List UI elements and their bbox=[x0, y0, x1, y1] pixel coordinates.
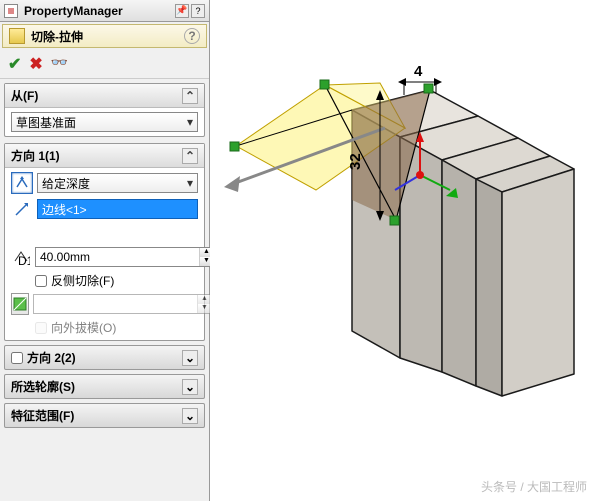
direction1-section: 方向 1(1) ⌃ 给定深度 ▾ bbox=[4, 143, 205, 341]
feature-name: 切除-拉伸 bbox=[31, 28, 83, 45]
direction-vector-icon bbox=[11, 198, 33, 220]
cancel-button[interactable]: ✖ bbox=[29, 54, 42, 74]
depth-icon: D1 bbox=[11, 246, 31, 268]
panel-title: PropertyManager bbox=[24, 4, 175, 18]
contours-section-header[interactable]: 所选轮廓(S) ⌄ bbox=[4, 374, 205, 399]
collapse-icon[interactable]: ⌃ bbox=[182, 148, 198, 164]
contours-label: 所选轮廓(S) bbox=[11, 378, 75, 395]
draft-angle-value[interactable] bbox=[34, 297, 197, 311]
depth-value[interactable] bbox=[36, 250, 199, 264]
direction1-header-label: 方向 1(1) bbox=[11, 147, 60, 164]
scope-section-header[interactable]: 特征范围(F) ⌄ bbox=[4, 403, 205, 428]
ok-button[interactable]: ✔ bbox=[8, 54, 21, 74]
detailed-preview-button[interactable]: 👓 bbox=[51, 54, 68, 74]
feature-help-button[interactable]: ? bbox=[184, 28, 200, 44]
direction2-label: 方向 2(2) bbox=[27, 349, 76, 366]
from-header[interactable]: 从(F) ⌃ bbox=[5, 84, 204, 108]
pin-icon[interactable]: 📌 bbox=[175, 4, 189, 18]
panel-titlebar: PropertyManager 📌 ? bbox=[0, 0, 209, 22]
from-section: 从(F) ⌃ 草图基准面 ▾ bbox=[4, 83, 205, 137]
chevron-down-icon: ▾ bbox=[187, 176, 193, 190]
reverse-direction-button[interactable] bbox=[11, 172, 33, 194]
chevron-down-icon: ▾ bbox=[187, 115, 193, 129]
cut-extrude-icon bbox=[9, 28, 25, 44]
draft-angle-input[interactable]: ▲▼ bbox=[33, 294, 212, 314]
help-icon[interactable]: ? bbox=[191, 4, 205, 18]
expand-icon[interactable]: ⌄ bbox=[182, 350, 198, 366]
direction1-header[interactable]: 方向 1(1) ⌃ bbox=[5, 144, 204, 168]
from-plane-select[interactable]: 草图基准面 ▾ bbox=[11, 112, 198, 132]
property-manager-panel: PropertyManager 📌 ? 切除-拉伸 ? ✔ ✖ 👓 从(F) ⌃ bbox=[0, 0, 210, 501]
graphics-viewport[interactable]: 32 4 头条号 / 大国工程师 bbox=[210, 0, 595, 501]
draft-toggle-button[interactable] bbox=[11, 293, 29, 315]
direction2-section-header[interactable]: 方向 2(2) ⌄ bbox=[4, 345, 205, 370]
end-condition-value: 给定深度 bbox=[42, 175, 90, 192]
flip-side-checkbox[interactable] bbox=[35, 275, 47, 287]
end-condition-select[interactable]: 给定深度 ▾ bbox=[37, 173, 198, 193]
direction-reference-value: 边线<1> bbox=[42, 201, 87, 218]
expand-icon[interactable]: ⌄ bbox=[182, 408, 198, 424]
dimension-32: 32 bbox=[347, 153, 364, 170]
direction2-checkbox[interactable] bbox=[11, 352, 23, 364]
scope-label: 特征范围(F) bbox=[11, 407, 74, 424]
depth-input[interactable]: ▲▼ bbox=[35, 247, 214, 267]
feature-header: 切除-拉伸 ? bbox=[2, 24, 207, 48]
collapse-icon[interactable]: ⌃ bbox=[182, 88, 198, 104]
watermark-text: 头条号 / 大国工程师 bbox=[481, 478, 587, 495]
direction-reference-input[interactable]: 边线<1> bbox=[37, 199, 198, 219]
expand-icon[interactable]: ⌄ bbox=[182, 379, 198, 395]
confirm-bar: ✔ ✖ 👓 bbox=[0, 50, 209, 79]
flip-side-label: 反侧切除(F) bbox=[51, 272, 114, 289]
draft-outward-label: 向外拔模(O) bbox=[51, 319, 116, 336]
svg-text:D1: D1 bbox=[18, 254, 30, 266]
draft-outward-checkbox bbox=[35, 322, 47, 334]
panel-icon bbox=[4, 4, 18, 18]
from-plane-value: 草图基准面 bbox=[16, 114, 76, 131]
dimension-4: 4 bbox=[414, 63, 423, 80]
from-header-label: 从(F) bbox=[11, 87, 38, 104]
model-view: 32 4 bbox=[210, 0, 595, 501]
